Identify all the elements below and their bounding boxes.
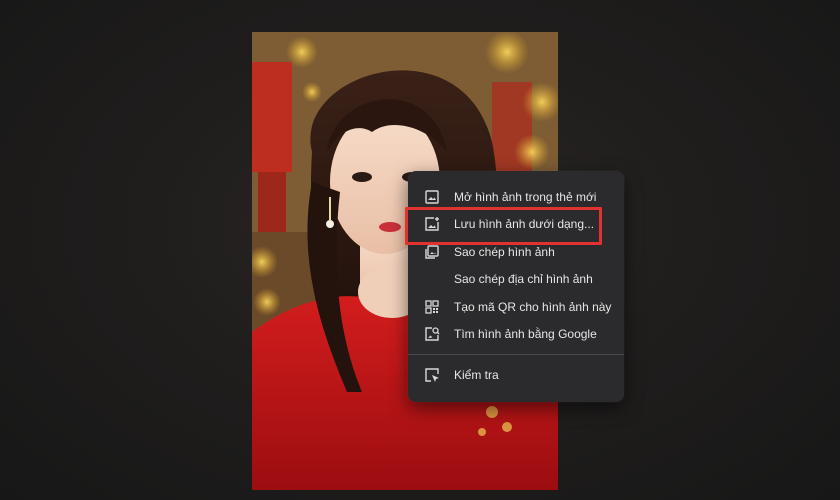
menu-item-copy-image[interactable]: Sao chép hình ảnh (408, 238, 624, 266)
menu-item-label: Tạo mã QR cho hình ảnh này (454, 299, 612, 314)
inspect-icon (424, 367, 440, 383)
menu-item-open-image-new-tab[interactable]: Mở hình ảnh trong thẻ mới (408, 183, 624, 211)
qr-code-icon (424, 299, 440, 315)
menu-item-label: Sao chép địa chỉ hình ảnh (454, 272, 593, 287)
menu-item-search-image-google[interactable]: Tìm hình ảnh bằng Google (408, 321, 624, 349)
copy-image-icon (424, 244, 440, 260)
menu-item-save-image-as[interactable]: Lưu hình ảnh dưới dạng... (408, 211, 624, 239)
open-image-new-tab-icon (424, 189, 440, 205)
menu-item-label: Kiểm tra (454, 367, 499, 382)
browser-viewport: Mở hình ảnh trong thẻ mới Lưu hình ảnh d… (0, 0, 840, 500)
menu-divider (408, 354, 624, 355)
menu-item-label: Lưu hình ảnh dưới dạng... (454, 217, 595, 232)
image-search-icon (424, 326, 440, 342)
menu-item-label: Tìm hình ảnh bằng Google (454, 327, 597, 342)
menu-item-label: Mở hình ảnh trong thẻ mới (454, 189, 597, 204)
empty-icon-slot (424, 271, 440, 287)
save-image-icon (424, 216, 440, 232)
menu-item-label: Sao chép hình ảnh (454, 244, 555, 259)
menu-item-inspect[interactable]: Kiểm tra (408, 361, 624, 389)
menu-item-create-qr-code[interactable]: Tạo mã QR cho hình ảnh này (408, 293, 624, 321)
context-menu: Mở hình ảnh trong thẻ mới Lưu hình ảnh d… (408, 171, 624, 402)
menu-item-copy-image-address[interactable]: Sao chép địa chỉ hình ảnh (408, 266, 624, 294)
